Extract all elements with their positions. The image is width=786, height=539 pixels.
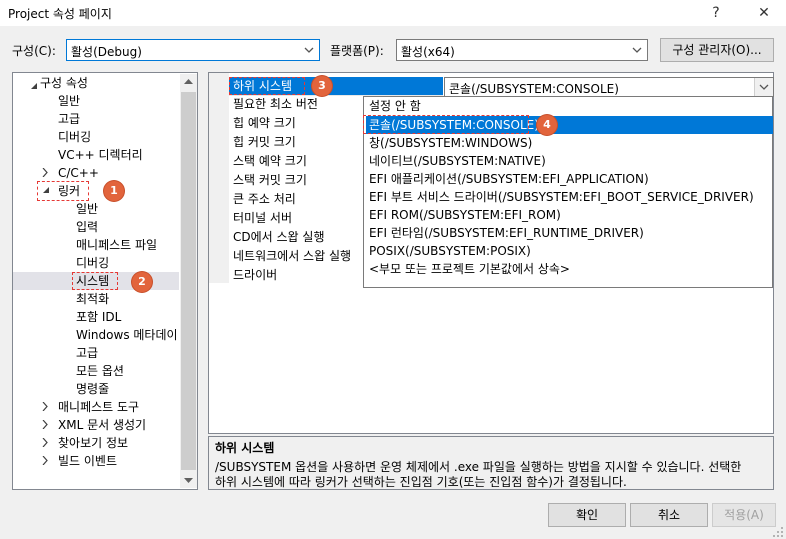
tree-item-general[interactable]: 일반 bbox=[58, 92, 80, 110]
subsystem-dropdown-button[interactable] bbox=[754, 78, 773, 96]
collapsed-arrow-icon[interactable] bbox=[42, 456, 48, 465]
config-value: 활성(Debug) bbox=[71, 45, 142, 59]
property-swap-network[interactable]: 네트워크에서 스왑 실행 bbox=[233, 247, 361, 265]
subsystem-current-value: 콘솔(/SUBSYSTEM:CONSOLE) bbox=[449, 82, 619, 96]
property-large-address[interactable]: 큰 주소 처리 bbox=[233, 190, 296, 208]
tree-item-windows-metadata[interactable]: Windows 메타데이 bbox=[76, 326, 176, 344]
description-title: 하위 시스템 bbox=[215, 441, 275, 455]
dropdown-option[interactable]: 설정 안 함 bbox=[366, 97, 421, 115]
collapsed-arrow-icon[interactable] bbox=[42, 438, 48, 447]
ok-button[interactable]: 확인 bbox=[548, 503, 626, 527]
dropdown-option[interactable]: 창(/SUBSYSTEM:WINDOWS) bbox=[366, 134, 532, 152]
help-button[interactable]: ? bbox=[702, 2, 730, 24]
tree-item-advanced[interactable]: 고급 bbox=[58, 110, 80, 128]
step-marker-2: 2 bbox=[132, 272, 152, 292]
tree-item-cpp[interactable]: C/C++ bbox=[58, 164, 99, 182]
highlight-box-subsystem bbox=[229, 77, 305, 95]
apply-button[interactable]: 적용(A) bbox=[712, 503, 776, 527]
property-grid-gutter bbox=[209, 73, 229, 283]
subsystem-value-combo[interactable]: 콘솔(/SUBSYSTEM:CONSOLE) bbox=[444, 77, 774, 97]
property-heap-reserve[interactable]: 힙 예약 크기 bbox=[233, 114, 296, 132]
tree-item-debugging[interactable]: 디버깅 bbox=[58, 128, 91, 146]
platform-label: 플랫폼(P): bbox=[330, 44, 384, 58]
tree-item-config-properties[interactable]: 구성 속성 bbox=[40, 74, 88, 92]
tree-item-all-options[interactable]: 모든 옵션 bbox=[76, 362, 124, 380]
highlight-box-console bbox=[363, 115, 529, 134]
property-heap-commit[interactable]: 힙 커밋 크기 bbox=[233, 133, 296, 151]
tree-item-command-line[interactable]: 명령줄 bbox=[76, 380, 109, 398]
collapsed-arrow-icon[interactable] bbox=[42, 168, 48, 177]
property-swap-cd[interactable]: CD에서 스왑 실행 bbox=[233, 228, 325, 246]
tree-item-xml-doc-generator[interactable]: XML 문서 생성기 bbox=[58, 416, 146, 434]
title-bar bbox=[0, 0, 786, 26]
collapsed-arrow-icon[interactable] bbox=[42, 402, 48, 411]
tree-scrollbar[interactable] bbox=[180, 74, 197, 488]
step-marker-4: 4 bbox=[537, 115, 557, 135]
step-marker-3: 3 bbox=[312, 76, 332, 96]
dropdown-option[interactable]: EFI 런타임(/SUBSYSTEM:EFI_RUNTIME_DRIVER) bbox=[366, 224, 644, 242]
expanded-arrow-icon[interactable] bbox=[30, 82, 38, 90]
tree-item-manifest-tool[interactable]: 매니페스트 도구 bbox=[58, 398, 139, 416]
tree-item-vc-directories[interactable]: VC++ 디렉터리 bbox=[58, 146, 143, 164]
tree-item-embedded-idl[interactable]: 포함 IDL bbox=[76, 308, 121, 326]
resize-grip-icon[interactable] bbox=[772, 526, 784, 538]
highlight-box-linker bbox=[37, 181, 89, 201]
property-terminal-server[interactable]: 터미널 서버 bbox=[233, 209, 292, 227]
platform-value: 활성(x64) bbox=[401, 45, 455, 59]
chevron-down-icon bbox=[759, 84, 769, 90]
tree-item-build-events[interactable]: 빌드 이벤트 bbox=[58, 452, 117, 470]
tree-item-linker-general[interactable]: 일반 bbox=[76, 200, 98, 218]
dropdown-option[interactable]: 네이티브(/SUBSYSTEM:NATIVE) bbox=[366, 152, 546, 170]
window-title: Project 속성 페이지 bbox=[8, 7, 112, 21]
dropdown-option[interactable]: POSIX(/SUBSYSTEM:POSIX) bbox=[366, 242, 531, 260]
dropdown-option[interactable]: EFI ROM(/SUBSYSTEM:EFI_ROM) bbox=[366, 206, 561, 224]
tree-item-linker-advanced[interactable]: 고급 bbox=[76, 344, 98, 362]
collapsed-arrow-icon[interactable] bbox=[42, 420, 48, 429]
description-line-2: 하위 시스템에 따라 링커가 선택하는 진입점 기호(또는 진입점 함수)가 결… bbox=[215, 475, 627, 489]
property-stack-reserve[interactable]: 스택 예약 크기 bbox=[233, 152, 307, 170]
scroll-down-icon[interactable] bbox=[184, 478, 193, 484]
highlight-box-system bbox=[72, 272, 118, 290]
tree-item-manifest-file[interactable]: 매니페스트 파일 bbox=[76, 236, 157, 254]
property-stack-commit[interactable]: 스택 커밋 크기 bbox=[233, 171, 307, 189]
chevron-down-icon bbox=[304, 47, 314, 53]
tree-scroll-thumb[interactable] bbox=[181, 92, 196, 470]
close-button[interactable]: ✕ bbox=[750, 2, 778, 24]
description-panel: 하위 시스템 /SUBSYSTEM 옵션을 사용하면 운영 체제에서 .exe … bbox=[208, 436, 774, 490]
tree-item-linker-debugging[interactable]: 디버깅 bbox=[76, 254, 109, 272]
property-min-version[interactable]: 필요한 최소 버전 bbox=[233, 95, 318, 113]
chevron-down-icon bbox=[632, 47, 642, 53]
property-driver[interactable]: 드라이버 bbox=[233, 266, 277, 284]
dropdown-option[interactable]: EFI 부트 서비스 드라이버(/SUBSYSTEM:EFI_BOOT_SERV… bbox=[366, 188, 754, 206]
step-marker-1: 1 bbox=[104, 181, 124, 201]
config-label: 구성(C): bbox=[12, 44, 56, 58]
cancel-button[interactable]: 취소 bbox=[630, 503, 708, 527]
dropdown-option[interactable]: <부모 또는 프로젝트 기본값에서 상속> bbox=[366, 260, 570, 278]
dropdown-option[interactable]: EFI 애플리케이션(/SUBSYSTEM:EFI_APPLICATION) bbox=[366, 170, 649, 188]
config-combo[interactable]: 활성(Debug) bbox=[66, 39, 320, 61]
help-icon: ? bbox=[712, 5, 720, 21]
platform-combo[interactable]: 활성(x64) bbox=[396, 39, 648, 61]
scroll-up-icon[interactable] bbox=[184, 78, 193, 84]
config-manager-button[interactable]: 구성 관리자(O)... bbox=[660, 38, 774, 62]
tree-item-linker-input[interactable]: 입력 bbox=[76, 218, 98, 236]
tree-item-browse-info[interactable]: 찾아보기 정보 bbox=[58, 434, 128, 452]
close-icon: ✕ bbox=[758, 5, 770, 21]
tree-item-optimization[interactable]: 최적화 bbox=[76, 290, 109, 308]
